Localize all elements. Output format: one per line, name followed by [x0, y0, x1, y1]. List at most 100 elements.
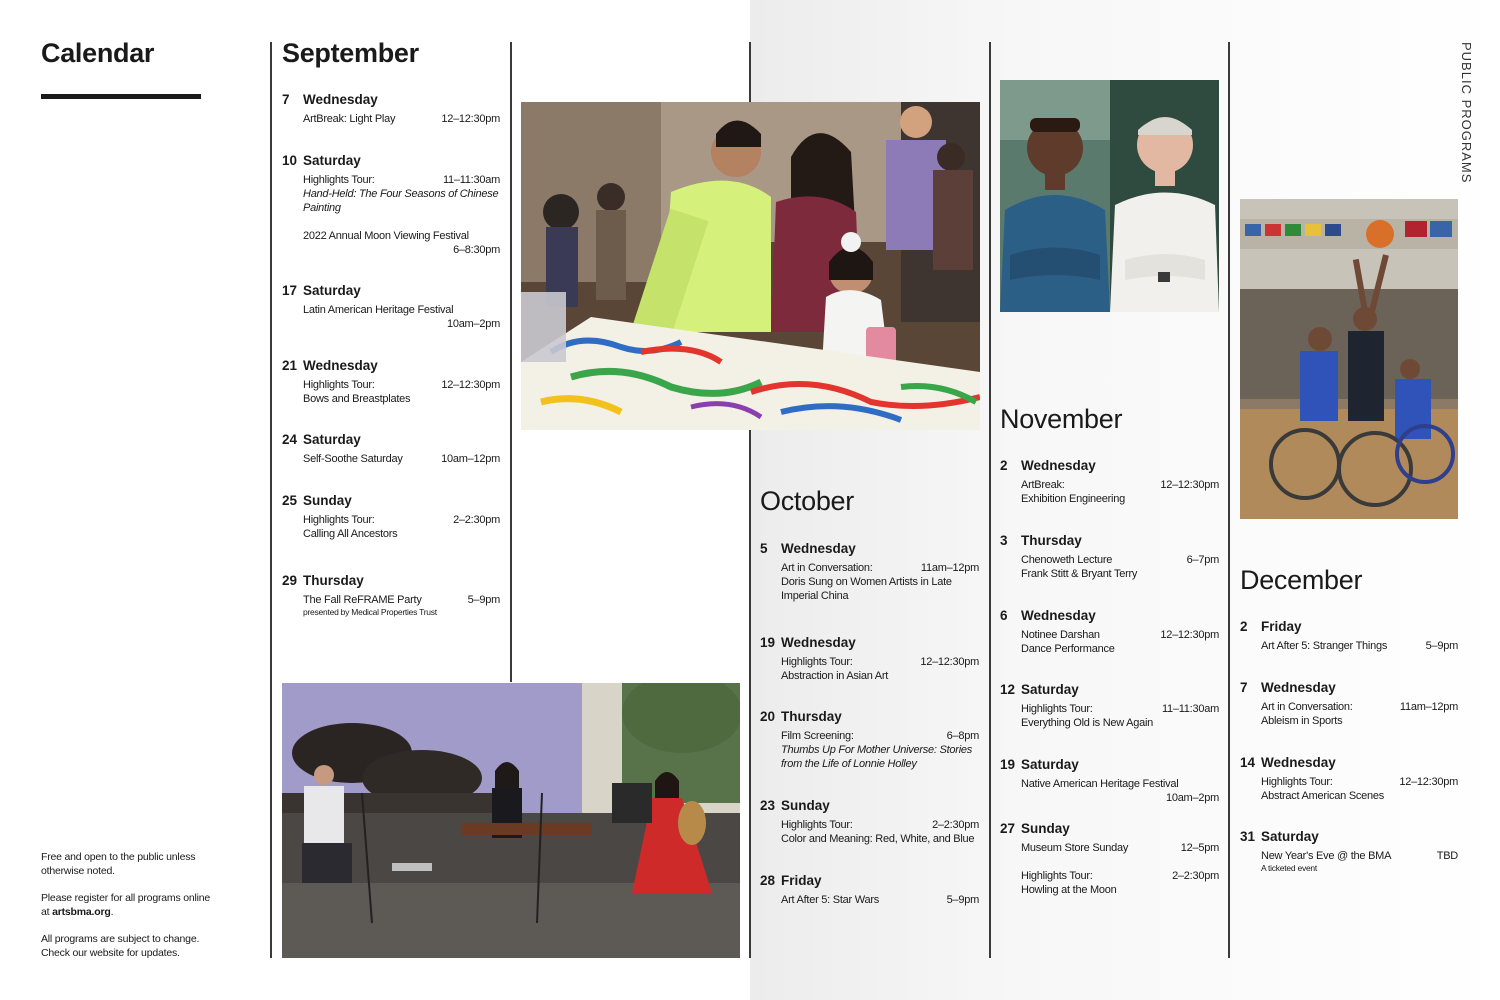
footer-line-1: Free and open to the public unless other… — [41, 851, 196, 877]
event-weekday: Saturday — [303, 153, 361, 168]
event-day: 19 — [1000, 757, 1016, 772]
website-link[interactable]: artsbma.org — [52, 906, 111, 918]
event-day: 14 — [1240, 755, 1256, 770]
event-time: 12–12:30pm — [1160, 479, 1219, 491]
event-title: Latin American Heritage Festival — [303, 304, 454, 316]
event-weekday: Wednesday — [303, 92, 378, 107]
event-subtitle: Abstract American Scenes — [1261, 790, 1385, 802]
event-title: Art After 5: Stranger Things — [1261, 640, 1388, 652]
event-title: New Year's Eve @ the BMA — [1261, 850, 1392, 862]
footer-line-2: Please register for all programs online … — [41, 891, 216, 919]
month-heading-october: October — [760, 486, 854, 516]
calendar-event: 5 Wednesday Art in Conversation: 11am–12pm… — [760, 541, 979, 603]
portrait-photo-left — [1000, 80, 1110, 312]
calendar-event: 6 Wednesday Notinee Darshan 12–12:30pm Dan… — [1000, 608, 1219, 656]
calendar-event: 27 Sunday Museum Store Sunday 12–5pm Highl… — [1000, 821, 1219, 897]
calendar-event: 14 Wednesday Highlights Tour: 12–12:30pm A… — [1240, 755, 1458, 803]
footer-line-3: All programs are subject to change. Chec… — [41, 933, 200, 959]
footer-note: Free and open to the public unless other… — [41, 850, 216, 973]
event-day: 10 — [282, 153, 298, 168]
section-label: PUBLIC PROGRAMS — [1458, 42, 1474, 202]
event-time: 6–7pm — [1186, 554, 1220, 566]
event-title: ArtBreak: — [1021, 479, 1065, 491]
event-time: 12–12:30pm — [1160, 629, 1219, 641]
column-divider — [1228, 42, 1230, 958]
calendar-event: 12 Saturday Highlights Tour: 11–11:30am Ev… — [1000, 682, 1219, 730]
event-weekday: Saturday — [303, 432, 361, 447]
calendar-event: 31 Saturday New Year's Eve @ the BMA TBD A… — [1240, 829, 1458, 874]
event-day: 20 — [760, 709, 776, 724]
calendar-event: 24 Saturday Self-Soothe Saturday 10am–12pm — [282, 432, 500, 466]
event-day: 29 — [282, 573, 298, 588]
event-weekday: Wednesday — [303, 358, 378, 373]
calendar-event: 2 Friday Art After 5: Stranger Things 5–9p… — [1240, 619, 1458, 653]
event-day: 21 — [282, 358, 298, 373]
event-note: presented by Medical Properties Trust — [303, 607, 437, 617]
event-subtitle: Ableism in Sports — [1261, 715, 1343, 727]
event-subtitle-2: Howling at the Moon — [1021, 884, 1117, 896]
event-weekday: Thursday — [781, 709, 842, 724]
family-art-activity-photo — [521, 102, 980, 430]
event-title: Chenoweth Lecture — [1021, 554, 1113, 566]
event-weekday: Saturday — [1021, 682, 1079, 697]
event-day: 24 — [282, 432, 298, 447]
calendar-event: 7 Wednesday ArtBreak: Light Play 12–12:30p… — [282, 92, 500, 126]
event-title-2: 2022 Annual Moon Viewing Festival — [303, 230, 469, 242]
event-subtitle: Color and Meaning: Red, White, and Blue — [781, 833, 975, 845]
calendar-event: 17 Saturday Latin American Heritage Festi… — [282, 283, 500, 331]
event-day: 17 — [282, 283, 298, 298]
calendar-event: 3 Thursday Chenoweth Lecture 6–7pm Frank S… — [1000, 533, 1219, 581]
event-time: 10am–12pm — [441, 453, 500, 465]
event-time: TBD — [1436, 850, 1459, 862]
event-time: 12–12:30pm — [441, 113, 500, 125]
event-subtitle: Doris Sung on Women Artists in Late Impe… — [781, 576, 952, 602]
event-weekday: Sunday — [1021, 821, 1070, 836]
wheelchair-basketball-photo — [1240, 199, 1458, 519]
event-day: 31 — [1240, 829, 1256, 844]
event-title: Film Screening: — [781, 730, 854, 742]
event-time: 12–12:30pm — [920, 656, 979, 668]
event-day: 25 — [282, 493, 298, 508]
title-rule — [41, 94, 201, 99]
calendar-event: 2 Wednesday ArtBreak: 12–12:30pm Exhibitio… — [1000, 458, 1219, 506]
event-day: 6 — [1000, 608, 1008, 623]
event-day: 12 — [1000, 682, 1016, 697]
outdoor-concert-photo — [282, 683, 740, 958]
event-title: ArtBreak: Light Play — [303, 113, 396, 125]
event-time: 11am–12pm — [920, 562, 979, 574]
calendar-event: 10 Saturday Highlights Tour: 11–11:30am Ha… — [282, 153, 500, 257]
event-title: Highlights Tour: — [781, 656, 853, 668]
event-subtitle: Hand-Held: The Four Seasons of Chinese P… — [303, 188, 499, 214]
column-divider — [749, 42, 751, 102]
event-title: Highlights Tour: — [303, 379, 375, 391]
column-divider — [989, 42, 991, 958]
event-subtitle: Bows and Breastplates — [303, 393, 411, 405]
calendar-event: 7 Wednesday Art in Conversation: 11am–12pm… — [1240, 680, 1458, 728]
event-subtitle: Everything Old is New Again — [1021, 717, 1154, 729]
event-time: 12–12:30pm — [441, 379, 500, 391]
month-heading-december: December — [1240, 565, 1363, 595]
event-time: 11–11:30am — [1161, 703, 1219, 715]
event-title: Art After 5: Star Wars — [781, 894, 880, 906]
event-time: 5–9pm — [467, 594, 501, 606]
month-heading-september: September — [282, 38, 419, 68]
calendar-event: 19 Wednesday Highlights Tour: 12–12:30pm A… — [760, 635, 979, 683]
event-time: 10am–2pm — [1165, 792, 1219, 804]
column-divider — [270, 42, 272, 958]
event-weekday: Saturday — [303, 283, 361, 298]
calendar-event: 23 Sunday Highlights Tour: 2–2:30pm Color … — [760, 798, 979, 846]
footer-line-2-end: . — [110, 906, 114, 918]
event-title-2: Highlights Tour: — [1021, 870, 1093, 882]
event-weekday: Wednesday — [1261, 755, 1336, 770]
event-subtitle: Abstraction in Asian Art — [781, 670, 889, 682]
event-day: 27 — [1000, 821, 1016, 836]
event-title: Art in Conversation: — [1261, 701, 1353, 713]
event-day: 3 — [1000, 533, 1008, 548]
calendar-event: 25 Sunday Highlights Tour: 2–2:30pm Callin… — [282, 493, 500, 541]
section-label-text: PUBLIC PROGRAMS — [1459, 42, 1474, 184]
event-weekday: Wednesday — [781, 635, 856, 650]
event-day: 5 — [760, 541, 768, 556]
event-day: 28 — [760, 873, 776, 888]
calendar-event: 19 Saturday Native American Heritage Fest… — [1000, 757, 1219, 805]
event-title: Highlights Tour: — [1021, 703, 1093, 715]
